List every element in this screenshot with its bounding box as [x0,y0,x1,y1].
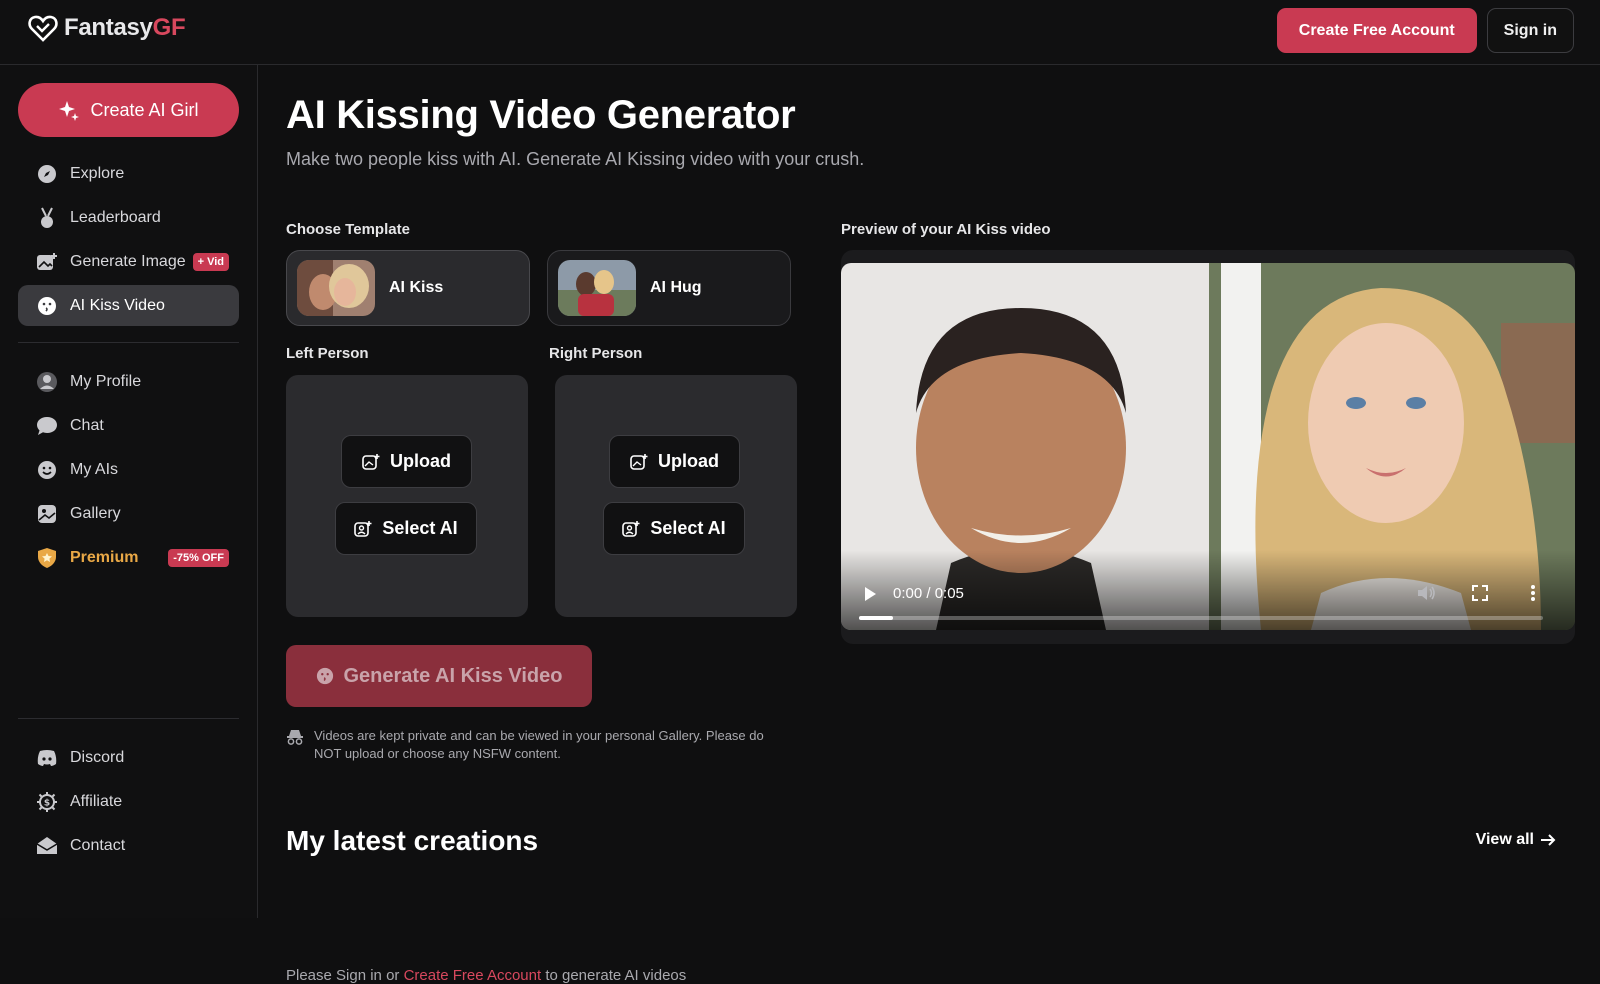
sidebar-item-discord[interactable]: Discord [18,737,239,778]
select-ai-icon [622,520,640,537]
sidebar-item-my-ais[interactable]: My AIs [18,449,239,490]
sidebar-item-leaderboard[interactable]: Leaderboard [18,197,239,238]
video-controls: 0:00 / 0:05 [841,550,1575,630]
sidebar-item-chat[interactable]: Chat [18,405,239,446]
create-account-button[interactable]: Create Free Account [1276,8,1477,53]
smile-icon [36,459,58,481]
fullscreen-icon[interactable] [1472,585,1488,601]
left-upload-button[interactable]: Upload [341,435,472,488]
sidebar-item-affiliate[interactable]: $ Affiliate [18,781,239,822]
sign-in-button[interactable]: Sign in [1486,8,1574,53]
kiss-face-icon [316,667,333,685]
view-all-link[interactable]: View all [1476,831,1556,849]
image-plus-icon [36,251,58,273]
medal-icon [36,207,58,229]
svg-text:$: $ [44,798,50,808]
vid-badge: + Vid [192,252,229,271]
generate-video-button[interactable]: Generate AI Kiss Video [286,645,592,707]
discord-icon [36,747,58,769]
create-free-account-link[interactable]: Create Free Account [404,967,542,984]
video-progress-track[interactable] [859,616,1543,620]
sidebar-item-premium[interactable]: Premium -75% OFF [18,537,239,578]
main-content: AI Kissing Video Generator Make two peop… [258,65,1600,984]
logo-text: FantasyGF [64,14,186,41]
choose-template-label: Choose Template [286,221,410,238]
left-select-ai-button[interactable]: Select AI [335,502,477,555]
sidebar-item-generate-image[interactable]: Generate Image + Vid [18,241,239,282]
right-person-dropzone[interactable]: Upload Select AI [555,375,797,617]
arrow-right-icon [1541,834,1556,846]
preview-panel: 0:00 / 0:05 [841,250,1575,644]
upload-image-icon [630,453,648,470]
upload-image-icon [362,453,380,470]
sign-in-prompt: Please Sign in or Create Free Account to… [286,967,687,984]
logo[interactable]: FantasyGF [28,14,186,42]
preview-label: Preview of your AI Kiss video [841,221,1051,238]
left-person-label: Left Person [286,345,369,362]
template-ai-kiss[interactable]: AI Kiss [286,250,530,326]
right-upload-button[interactable]: Upload [609,435,740,488]
sidebar-item-contact[interactable]: Contact [18,825,239,866]
heart-logo-icon [28,15,58,42]
sidebar-item-my-profile[interactable]: My Profile [18,361,239,402]
create-ai-girl-button[interactable]: Create AI Girl [18,83,239,137]
chat-icon [36,415,58,437]
top-bar: FantasyGF Create Free Account Sign in [0,0,1600,65]
sidebar: Create AI Girl Explore Leaderboard Gener… [0,65,258,918]
left-person-dropzone[interactable]: Upload Select AI [286,375,528,617]
sidebar-divider [18,342,239,343]
video-progress-fill [859,616,894,620]
sidebar-item-explore[interactable]: Explore [18,153,239,194]
dollar-icon: $ [36,791,58,813]
right-person-label: Right Person [549,345,643,362]
latest-creations-title: My latest creations [286,825,539,856]
page-subtitle: Make two people kiss with AI. Generate A… [286,149,865,169]
compass-icon [36,163,58,185]
discount-badge: -75% OFF [168,548,229,567]
shield-icon [36,547,58,569]
page-title: AI Kissing Video Generator [286,93,796,137]
more-options-icon[interactable] [1530,584,1536,602]
sidebar-divider-bottom [18,718,239,719]
template-ai-hug[interactable]: AI Hug [547,250,791,326]
gallery-icon [36,503,58,525]
sidebar-item-gallery[interactable]: Gallery [18,493,239,534]
ai-kiss-thumbnail [297,260,375,316]
user-icon [36,371,58,393]
select-ai-icon [354,520,372,537]
privacy-note: Videos are kept private and can be viewe… [286,727,776,763]
mail-icon [36,835,58,857]
video-time: 0:00 / 0:05 [893,585,964,602]
preview-video[interactable]: 0:00 / 0:05 [841,263,1575,630]
right-select-ai-button[interactable]: Select AI [603,502,745,555]
incognito-icon [287,730,303,745]
volume-icon[interactable] [1417,584,1437,602]
sidebar-item-ai-kiss-video[interactable]: AI Kiss Video [18,285,239,326]
kiss-face-icon [36,295,58,317]
sparkle-icon [59,101,80,121]
ai-hug-thumbnail [558,260,636,316]
play-icon[interactable] [863,586,877,602]
